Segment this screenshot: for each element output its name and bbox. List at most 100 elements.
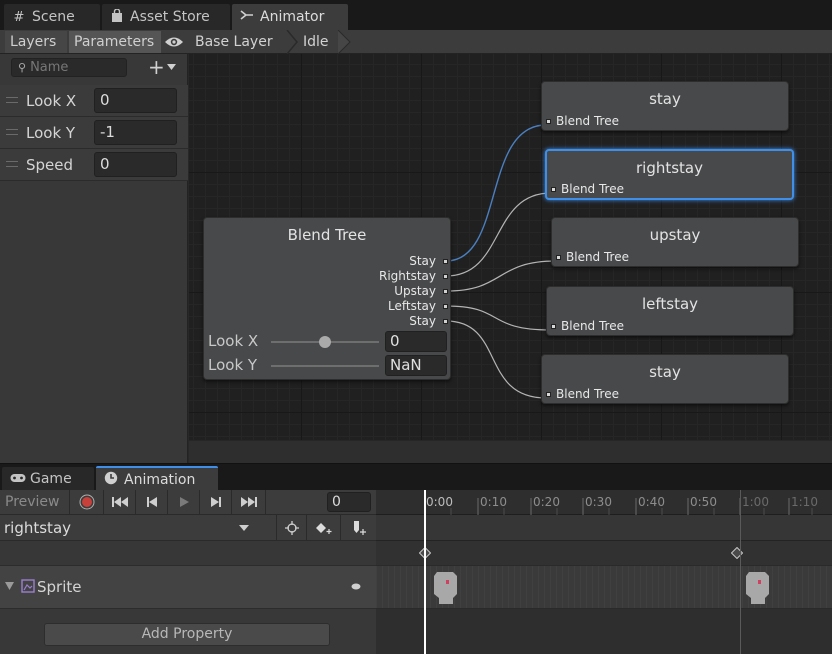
preview-toggle[interactable]: Preview: [0, 490, 70, 514]
preview-label: Preview: [5, 494, 60, 510]
state-node-stay-top[interactable]: stay Blend Tree: [541, 81, 789, 131]
drag-handle-icon[interactable]: [6, 161, 18, 167]
look-y-value-field[interactable]: NaN: [385, 355, 447, 376]
blend-tree-title: Blend Tree: [287, 226, 367, 244]
sprite-keyframe-thumbnail[interactable]: [743, 570, 771, 606]
state-subtitle: Blend Tree: [566, 250, 629, 264]
output-port[interactable]: [443, 319, 448, 324]
state-node-upstay[interactable]: upstay Blend Tree: [551, 217, 799, 267]
timeline-empty-area[interactable]: [376, 609, 832, 654]
summary-key-track[interactable]: [376, 541, 832, 565]
input-port[interactable]: [551, 187, 556, 192]
state-title: stay: [649, 90, 681, 108]
breadcrumb-idle[interactable]: Idle: [303, 30, 329, 54]
chevron-down-icon: [239, 525, 249, 531]
state-node-leftstay[interactable]: leftstay Blend Tree: [546, 286, 794, 336]
add-keyframe-button[interactable]: [306, 515, 340, 541]
clip-dropdown-value: rightstay: [4, 519, 72, 537]
event-track[interactable]: [376, 515, 832, 541]
timeline-ruler[interactable]: 0:00 0:10 0:20 0:30 0:40 0:50 1:00 1:10: [376, 490, 832, 515]
sprite-key-track[interactable]: [376, 565, 832, 609]
play-button[interactable]: [168, 490, 200, 514]
plus-icon: +: [148, 55, 165, 79]
parameter-value-field[interactable]: 0: [94, 152, 177, 177]
blend-tree-node[interactable]: Blend Tree Stay Rightstay Upstay Leftsta…: [203, 217, 451, 380]
add-property-button[interactable]: Add Property: [44, 623, 330, 646]
parameter-value-field[interactable]: 0: [94, 88, 177, 113]
chevron-down-icon: [166, 64, 176, 70]
frame-field[interactable]: 0: [327, 492, 371, 512]
animation-properties-column: Preview 0 rightstay Sprite Add Property: [0, 490, 376, 654]
animation-timeline[interactable]: 0:00 0:10 0:20 0:30 0:40 0:50 1:00 1:10: [376, 490, 832, 654]
breadcrumb-separator-icon: [286, 30, 298, 54]
state-node-rightstay[interactable]: rightstay Blend Tree: [545, 149, 794, 200]
tab-asset-store-label: Asset Store: [130, 9, 210, 25]
tab-layers-label: Layers: [10, 34, 57, 50]
parameter-row-speed[interactable]: Speed 0: [0, 149, 188, 181]
state-title: leftstay: [641, 295, 699, 313]
animator-toolbar: Layers Parameters Base Layer Idle: [0, 30, 832, 54]
output-port[interactable]: [443, 289, 448, 294]
blend-output-label: Upstay: [394, 284, 436, 298]
sprite-keyframe-thumbnail[interactable]: [431, 570, 459, 606]
filter-keyframes-button[interactable]: [276, 515, 306, 541]
drag-handle-icon[interactable]: [6, 97, 18, 103]
input-port[interactable]: [546, 119, 551, 124]
summary-keyframe[interactable]: [731, 547, 743, 559]
breadcrumb-end-icon: [338, 30, 351, 54]
next-keyframe-button[interactable]: [200, 490, 232, 514]
blend-output-label: Rightstay: [378, 269, 436, 283]
state-node-stay-bottom[interactable]: stay Blend Tree: [541, 354, 789, 404]
tab-animation[interactable]: Animation: [96, 466, 218, 491]
expand-triangle-icon[interactable]: [5, 582, 14, 590]
state-title: upstay: [649, 226, 701, 244]
tab-parameters[interactable]: Parameters: [69, 31, 161, 53]
property-row-sprite[interactable]: Sprite: [0, 565, 376, 609]
parameter-name: Look X: [26, 92, 77, 110]
tab-animator[interactable]: Animator: [232, 4, 348, 30]
previous-keyframe-button[interactable]: [136, 490, 168, 514]
tab-layers[interactable]: Layers: [5, 31, 67, 53]
record-button[interactable]: [70, 490, 104, 514]
output-port[interactable]: [443, 259, 448, 264]
output-port[interactable]: [443, 274, 448, 279]
skip-back-icon: [111, 497, 128, 507]
state-subtitle: Blend Tree: [556, 114, 619, 128]
add-event-button[interactable]: [340, 515, 376, 541]
input-port[interactable]: [551, 324, 556, 329]
state-subtitle: Blend Tree: [561, 319, 624, 333]
record-icon: [79, 494, 94, 510]
state-subtitle: Blend Tree: [556, 387, 619, 401]
tab-scene-label: Scene: [32, 9, 75, 25]
look-y-slider[interactable]: [271, 365, 379, 367]
eye-icon[interactable]: [164, 34, 184, 50]
keyframe-menu-icon[interactable]: [351, 583, 361, 590]
parameter-search-input[interactable]: ⚲ Name: [11, 58, 127, 77]
playhead[interactable]: [424, 490, 426, 654]
tab-scene[interactable]: # Scene: [4, 4, 100, 30]
parameter-row-look-y[interactable]: Look Y -1: [0, 117, 188, 149]
first-keyframe-button[interactable]: [104, 490, 136, 514]
bottom-tab-bar: Game Animation: [0, 463, 832, 491]
tab-game-label: Game: [30, 471, 72, 487]
last-keyframe-button[interactable]: [232, 490, 266, 514]
input-port[interactable]: [546, 392, 551, 397]
tab-asset-store[interactable]: Asset Store: [102, 4, 230, 30]
clip-dropdown[interactable]: rightstay: [0, 515, 256, 541]
drag-handle-icon[interactable]: [6, 129, 18, 135]
tab-game[interactable]: Game: [2, 467, 94, 491]
look-x-slider-knob[interactable]: [319, 336, 331, 348]
graph-horizontal-scrollbar[interactable]: [189, 440, 832, 463]
parameter-row-look-x[interactable]: Look X 0: [0, 85, 188, 117]
clock-icon: [104, 471, 118, 489]
tab-animation-label: Animation: [124, 471, 196, 488]
search-icon: ⚲: [18, 61, 27, 74]
grid-icon: #: [13, 9, 25, 25]
input-port[interactable]: [556, 255, 561, 260]
breadcrumb-base-layer[interactable]: Base Layer: [195, 30, 273, 54]
parameter-value-field[interactable]: -1: [94, 120, 177, 145]
output-port[interactable]: [443, 304, 448, 309]
look-x-value-field[interactable]: 0: [385, 331, 447, 352]
add-parameter-button[interactable]: +: [148, 55, 184, 79]
animation-playback-toolbar: Preview 0: [0, 490, 376, 515]
